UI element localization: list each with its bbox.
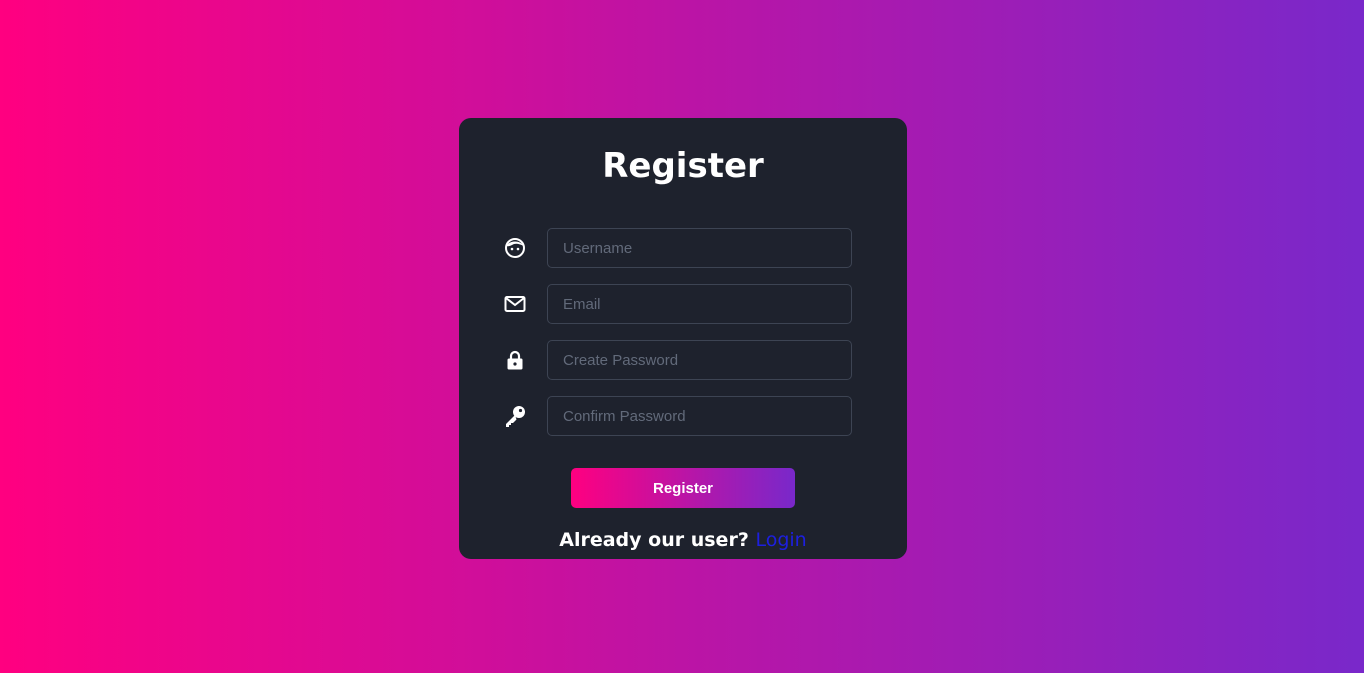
confirm-password-row xyxy=(499,396,852,436)
register-button[interactable]: Register xyxy=(571,468,795,508)
login-prompt-text: Already our user? xyxy=(559,529,749,551)
key-icon xyxy=(503,404,527,428)
create-password-row xyxy=(499,340,852,380)
face-icon xyxy=(503,236,527,260)
login-link[interactable]: Login xyxy=(755,529,806,551)
login-prompt: Already our user? Login xyxy=(459,526,907,554)
create-password-input[interactable] xyxy=(547,340,852,380)
username-input[interactable] xyxy=(547,228,852,268)
envelope-icon xyxy=(503,292,527,316)
register-card: Register Username Email Register Already… xyxy=(459,118,907,559)
lock-icon xyxy=(503,348,527,372)
username-row xyxy=(499,228,852,268)
form-title: Register xyxy=(602,146,764,186)
email-row xyxy=(499,284,852,324)
email-input[interactable] xyxy=(547,284,852,324)
confirm-password-input[interactable] xyxy=(547,396,852,436)
